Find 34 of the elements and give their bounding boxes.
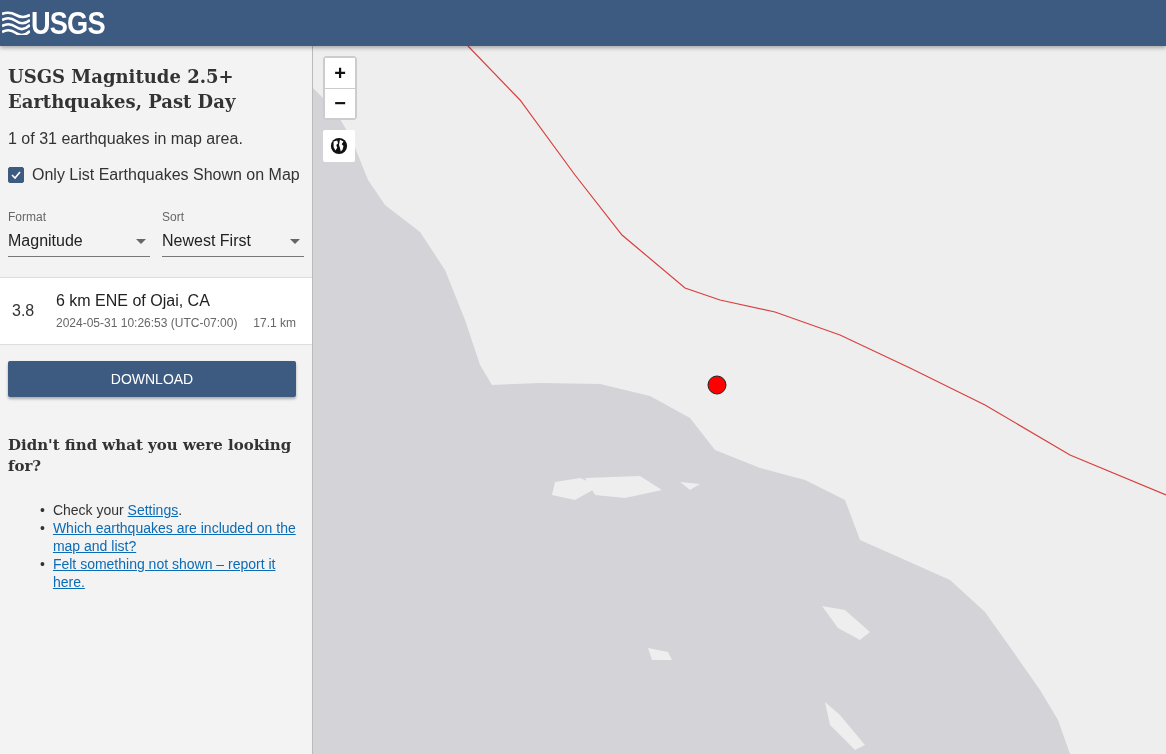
- bullet: •: [40, 501, 45, 519]
- help-heading: Didn't find what you were looking for?: [8, 435, 293, 477]
- map[interactable]: + −: [313, 46, 1166, 754]
- bullet: •: [40, 555, 45, 574]
- island: [825, 702, 865, 750]
- magnitude: 3.8: [12, 302, 36, 320]
- caret-icon: [290, 238, 300, 244]
- help-link[interactable]: Which earthquakes are included on the map and list?: [52, 519, 296, 555]
- checkbox[interactable]: [8, 167, 24, 183]
- logo[interactable]: USGS: [31, 4, 105, 42]
- island: [822, 606, 870, 640]
- place-name: 6 km ENE of Ojai, CA: [56, 292, 211, 310]
- caret-icon: [136, 238, 146, 244]
- panel-title: USGS Magnitude 2.5+ Earthquakes, Past Day: [8, 65, 237, 114]
- help-text: Check your Settings.: [52, 501, 183, 519]
- island: [648, 648, 672, 660]
- bullet: •: [40, 519, 45, 538]
- select-label: Sort: [162, 210, 185, 224]
- island: [680, 482, 700, 490]
- help-link[interactable]: Felt something not shown – report it here.: [52, 555, 296, 591]
- event-time: 2024-05-31 10:26:53 (UTC-07:00): [56, 316, 238, 330]
- dropdown[interactable]: Newest First: [162, 230, 304, 257]
- earthquake-marker[interactable]: [707, 375, 727, 395]
- select-label: Format: [8, 210, 47, 224]
- globe-icon: [330, 137, 348, 155]
- basemap-button[interactable]: [323, 130, 355, 162]
- checkbox-label: Only List Earthquakes Shown on Map: [32, 166, 300, 184]
- earthquake-row[interactable]: 3.8 6 km ENE of Ojai, CA 2024-05-31 10:26:53 (UTC-07:00) 17.1 km: [0, 278, 312, 345]
- earthquake-count: 1 of 31 earthquakes in map area.: [8, 130, 244, 148]
- depth: 17.1 km: [253, 316, 296, 330]
- dropdown[interactable]: Magnitude: [8, 230, 150, 257]
- download-button[interactable]: DOWNLOAD: [8, 361, 296, 397]
- waves-icon: [2, 11, 30, 35]
- zoom-out-button[interactable]: −: [325, 88, 355, 118]
